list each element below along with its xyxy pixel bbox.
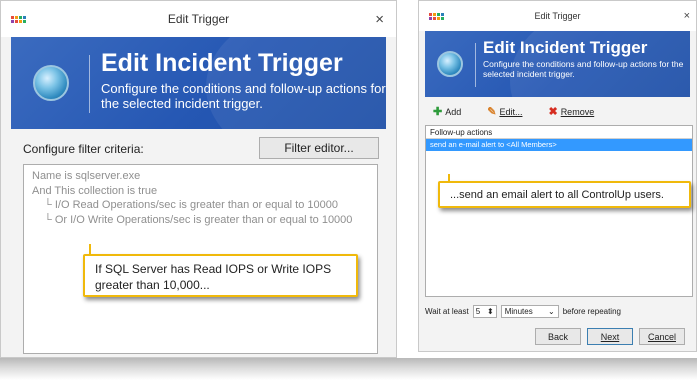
wait-unit-select[interactable]: Minutes ⌄ <box>500 305 559 318</box>
back-button[interactable]: Back <box>535 328 581 345</box>
banner-divider <box>475 43 476 87</box>
list-item[interactable]: send an e-mail alert to <All Members> <box>426 139 692 151</box>
page-shadow <box>0 358 697 380</box>
next-button[interactable]: Next <box>587 328 633 345</box>
title-bar: Edit Trigger × <box>419 1 696 31</box>
follow-up-actions-list[interactable]: Follow-up actions send an e-mail alert t… <box>425 125 693 297</box>
plus-icon: ✚ <box>433 106 443 118</box>
criteria-line: └ I/O Read Operations/sec is greater tha… <box>44 199 338 211</box>
banner-subtitle: Configure the conditions and follow-up a… <box>101 81 386 111</box>
app-grid-icon <box>11 15 26 23</box>
edit-button[interactable]: ✎ Edit... <box>487 105 522 118</box>
close-icon[interactable]: × <box>375 11 384 28</box>
criteria-line: And This collection is true <box>32 184 158 197</box>
remove-label: Remove <box>560 106 595 117</box>
filter-editor-button[interactable]: Filter editor... <box>259 137 379 159</box>
annotation-callout-left: If SQL Server has Read IOPS or Write IOP… <box>83 244 358 297</box>
window-title: Edit Trigger <box>167 12 230 26</box>
filter-criteria-label: Configure filter criteria: <box>23 142 144 156</box>
list-header: Follow-up actions <box>426 126 692 139</box>
banner-title: Edit Incident Trigger <box>101 49 343 77</box>
globe-icon <box>33 65 69 101</box>
header-banner: Edit Incident Trigger Configure the cond… <box>11 37 386 129</box>
wait-suffix: before repeating <box>562 307 621 316</box>
chevron-down-icon: ⌄ <box>548 307 555 316</box>
criteria-line: Name is sqlserver.exe <box>32 170 141 182</box>
edit-trigger-dialog-left: Edit Trigger × Edit Incident Trigger Con… <box>0 0 397 358</box>
x-icon: ✖ <box>548 106 558 118</box>
wait-label: Wait at least <box>425 307 469 316</box>
edit-trigger-dialog-right: Edit Trigger × Edit Incident Trigger Con… <box>418 0 697 352</box>
cancel-button[interactable]: Cancel <box>639 328 685 345</box>
wait-value: 5 <box>475 307 481 316</box>
actions-toolbar: ✚ Add ✎ Edit... ✖ Remove <box>433 105 620 118</box>
add-button[interactable]: ✚ Add <box>433 105 461 118</box>
window-title: Edit Trigger <box>534 11 581 21</box>
banner-title: Edit Incident Trigger <box>483 38 648 57</box>
close-icon[interactable]: × <box>684 10 690 22</box>
header-banner: Edit Incident Trigger Configure the cond… <box>425 31 690 97</box>
wait-unit: Minutes <box>504 307 533 316</box>
add-label: Add <box>445 106 462 117</box>
edit-label: Edit... <box>499 106 523 117</box>
banner-divider <box>89 55 90 113</box>
pencil-icon: ✎ <box>487 106 497 118</box>
stepper-arrows-icon[interactable]: ⬍ <box>487 307 494 316</box>
dialog-buttons: Back Next Cancel <box>535 328 685 345</box>
banner-subtitle: Configure the conditions and follow-up a… <box>483 59 684 79</box>
title-bar: Edit Trigger × <box>1 1 396 37</box>
annotation-callout-right: ...send an email alert to all ControlUp … <box>438 174 691 208</box>
app-grid-icon <box>429 12 444 20</box>
criteria-line: └ Or I/O Write Operations/sec is greater… <box>44 213 353 226</box>
remove-button[interactable]: ✖ Remove <box>548 105 594 118</box>
wait-value-stepper[interactable]: 5 ⬍ <box>472 305 497 318</box>
globe-icon <box>437 51 463 77</box>
repeat-settings: Wait at least 5 ⬍ Minutes ⌄ before repea… <box>425 305 621 318</box>
